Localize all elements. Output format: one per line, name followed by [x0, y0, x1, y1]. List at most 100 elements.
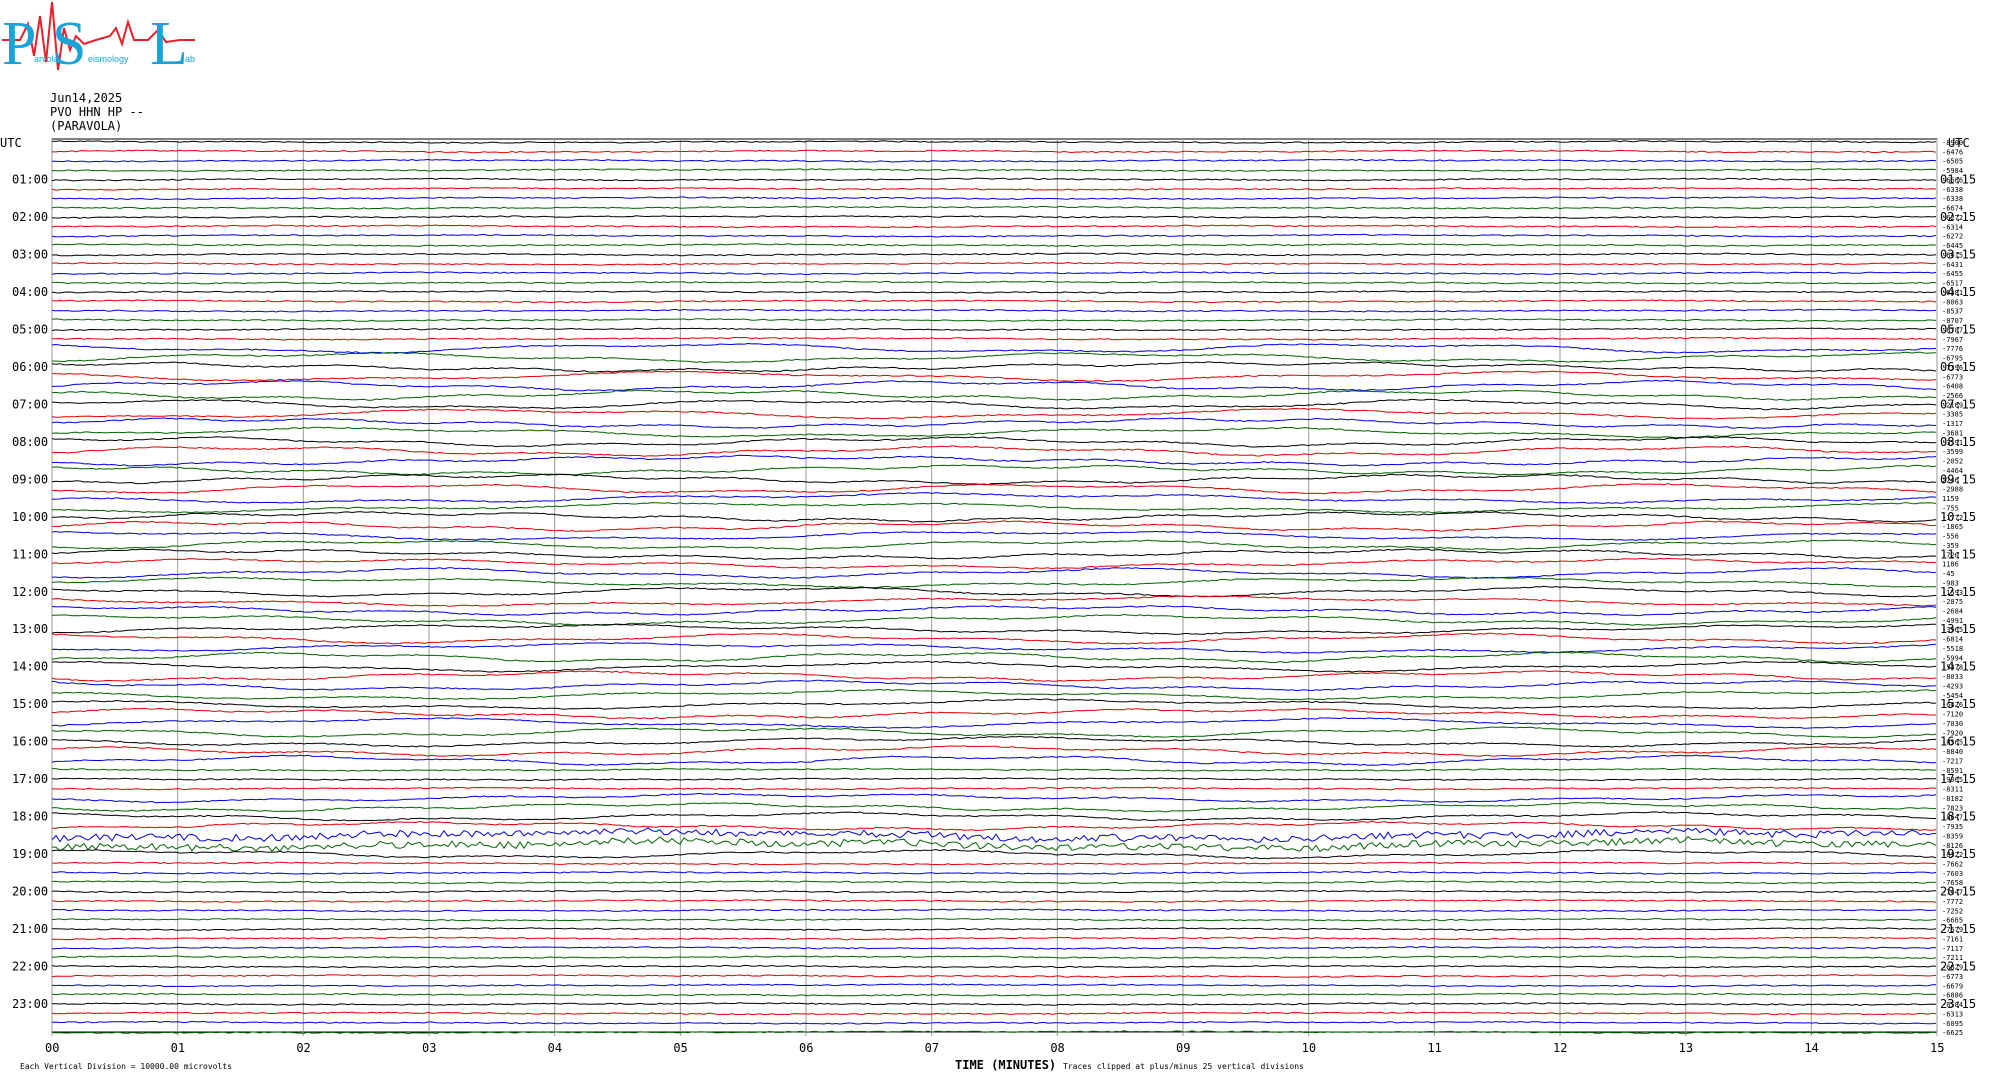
- trace-line: [51, 835, 1937, 853]
- trace-line: [51, 945, 1937, 950]
- trace-value: -6886: [1942, 992, 1963, 1000]
- trace-line: [51, 445, 1937, 457]
- logo-letter-l: L: [150, 10, 188, 78]
- trace-line: [51, 168, 1937, 172]
- trace-line: [51, 983, 1937, 988]
- trace-value: -8311: [1942, 786, 1963, 794]
- trace-line: [51, 196, 1937, 201]
- left-hour-label: 21:00: [12, 922, 48, 936]
- trace-line: [52, 567, 1937, 579]
- trace-value: -9065: [1942, 776, 1963, 784]
- trace-line: [51, 389, 1937, 401]
- trace-value: -5378: [1942, 664, 1963, 672]
- trace-line: [51, 861, 1937, 866]
- left-axis-title: UTC: [0, 136, 22, 150]
- trace-value: 2246: [1942, 476, 1959, 484]
- trace-value: -6505: [1942, 158, 1963, 166]
- trace-line: [51, 992, 1937, 997]
- left-hour-label: 18:00: [12, 810, 48, 824]
- header-date: Jun14,2025: [50, 91, 122, 105]
- x-axis-ticks: 00 01 02 03 04 05 06 07 08 09 10 11 12 13 14 15: [45, 1041, 1944, 1055]
- x-tick-label: 14: [1804, 1041, 1818, 1055]
- trace-line: [51, 1011, 1937, 1016]
- trace-line: [51, 717, 1937, 729]
- trace-line: [52, 511, 1937, 523]
- trace-line: [51, 642, 1937, 654]
- trace-line: [51, 243, 1937, 247]
- x-tick-label: 10: [1302, 1041, 1316, 1055]
- trace-line: [51, 632, 1937, 645]
- left-hour-label: 06:00: [12, 360, 48, 374]
- trace-line: [51, 205, 1937, 210]
- trace-line: [51, 889, 1937, 894]
- left-hour-label: 07:00: [12, 397, 48, 411]
- x-tick-label: 06: [799, 1041, 813, 1055]
- left-hour-label: 05:00: [12, 322, 48, 336]
- trace-line: [51, 908, 1937, 913]
- trace-value: -7217: [1942, 757, 1963, 765]
- trace-line: [51, 370, 1937, 383]
- trace-value: -8900: [1942, 139, 1963, 147]
- header-station: PVO HHN HP --: [50, 105, 144, 119]
- trace-value: -359: [1942, 542, 1959, 550]
- trace-value: -4991: [1942, 617, 1963, 625]
- trace-value: -2684: [1942, 608, 1963, 616]
- trace-value: -7967: [1942, 336, 1963, 344]
- x-tick-label: 02: [296, 1041, 310, 1055]
- left-hour-label: 19:00: [12, 847, 48, 861]
- left-hour-label: 22:00: [12, 960, 48, 974]
- trace-value: -6666: [1942, 176, 1963, 184]
- trace-value: -6665: [1942, 917, 1963, 925]
- trace-line: [51, 870, 1937, 875]
- trace-line: [51, 261, 1937, 266]
- x-tick-label: 13: [1679, 1041, 1693, 1055]
- trace-value: -1317: [1942, 420, 1963, 428]
- trace-value: -6408: [1942, 383, 1963, 391]
- trace-line: [51, 342, 1937, 354]
- trace-value: -7117: [1942, 945, 1963, 953]
- trace-line: [51, 613, 1937, 626]
- trace-value: -556: [1942, 533, 1959, 541]
- trace-value: -7603: [1942, 870, 1963, 878]
- left-hour-label: 09:00: [12, 472, 48, 486]
- x-tick-label: 05: [673, 1041, 687, 1055]
- trace-line: [51, 605, 1937, 617]
- left-hour-label: 04:00: [12, 285, 48, 299]
- trace-line: [51, 436, 1937, 448]
- left-hour-label: 17:00: [12, 772, 48, 786]
- trace-line: [51, 464, 1937, 476]
- trace-line: [51, 707, 1936, 720]
- x-axis-title: TIME (MINUTES): [955, 1058, 1056, 1072]
- trace-line: [51, 361, 1937, 373]
- trace-value: -8063: [1942, 298, 1963, 306]
- trace-line: [51, 688, 1937, 701]
- trace-value: -7161: [1942, 935, 1963, 943]
- trace-value: -4293: [1942, 682, 1963, 690]
- psl-logo: P S L arvola eismology ab: [2, 1, 195, 78]
- x-tick-label: 00: [45, 1041, 59, 1055]
- x-tick-label: 08: [1050, 1041, 1064, 1055]
- trace-line: [52, 955, 1937, 960]
- left-hour-label: 14:00: [12, 660, 48, 674]
- trace-line: [51, 576, 1936, 589]
- trace-line: [52, 767, 1937, 772]
- trace-line: [51, 735, 1937, 748]
- trace-value: -5994: [1942, 654, 1963, 662]
- trace-value: -1593: [1942, 589, 1963, 597]
- trace-value: -2875: [1942, 598, 1963, 606]
- x-tick-label: 01: [171, 1041, 185, 1055]
- trace-line: [51, 158, 1937, 163]
- trace-value: -6476: [1942, 148, 1963, 156]
- left-hour-label: 11:00: [12, 547, 48, 561]
- trace-value: -5984: [1942, 167, 1963, 175]
- trace-line: [52, 698, 1937, 710]
- trace-line: [51, 379, 1937, 392]
- trace-value: -7772: [1942, 898, 1963, 906]
- trace-value: -6455: [1942, 270, 1963, 278]
- trace-value: -6272: [1942, 233, 1963, 241]
- logo-small-eismology: eismology: [88, 54, 129, 64]
- logo-letter-p: P: [2, 10, 36, 78]
- trace-line: [52, 1002, 1937, 1007]
- trace-value: -6313: [1942, 1010, 1963, 1018]
- trace-line: [51, 651, 1937, 664]
